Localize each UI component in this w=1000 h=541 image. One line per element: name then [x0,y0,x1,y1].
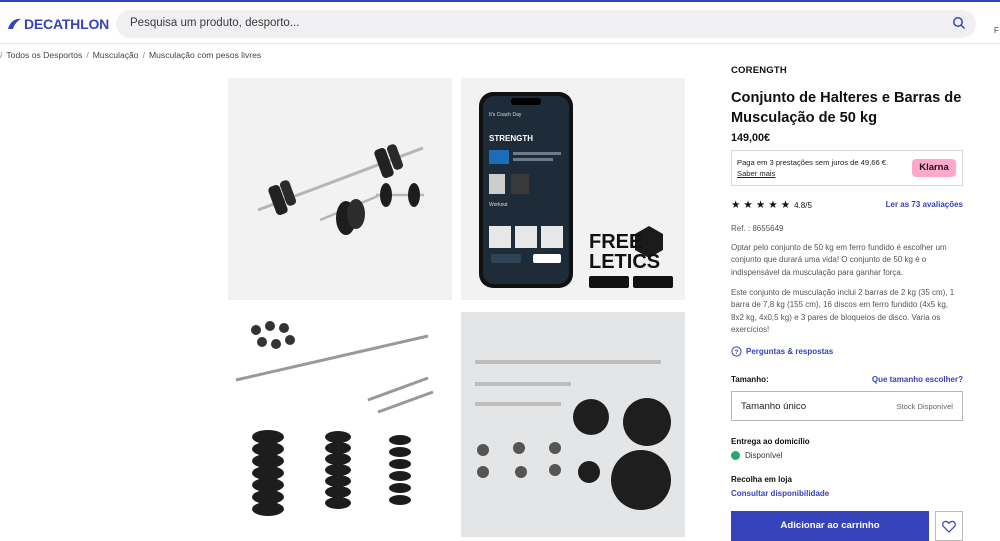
star-icon: ★ [755,199,766,211]
size-section: Tamanho: Que tamanho escolher? [731,375,963,384]
check-availability-link[interactable]: Consultar disponibilidade [731,489,963,498]
logo-text: DECATHLON [24,16,110,32]
breadcrumb-item-free-weights[interactable]: Musculação com pesos livres [149,50,261,60]
top-header: DECATHLON F [0,0,1000,44]
read-reviews-link[interactable]: Ler as 73 avaliações [886,200,963,209]
product-image-parts[interactable] [461,312,685,537]
product-title: Conjunto de Halteres e Barras de Muscula… [731,90,962,126]
product-image-freeletics-app[interactable]: It's Coach Day STRENGTH Workout FREE LET… [461,78,685,300]
star-icon: ★ [743,199,753,211]
product-image-barbell-set[interactable] [228,78,452,300]
product-rating: ★ ★ ★ ★ ★ 4.8/5 Ler as 73 avaliações [731,198,963,212]
delivery-status: Disponível [745,451,783,460]
dimensions-diagram-icon [235,321,434,516]
klarna-learn-more-link[interactable]: Saber mais [737,168,888,179]
wishlist-button[interactable] [935,511,963,541]
questions-answers-link[interactable]: ? Perguntas & respostas [731,346,963,357]
parts-laid-out-icon [475,360,671,510]
breadcrumb-separator: / [0,50,3,60]
stock-status: Stock Disponível [896,402,953,411]
delivery-availability: Disponível [731,451,963,460]
klarna-text-block: Paga em 3 prestações sem juros de 49,66 … [737,157,888,179]
product-reference: Ref. : 8655649 [731,224,784,233]
available-status-dot [731,451,740,460]
size-label: Tamanho: [731,375,769,384]
app-section-label: Workout [489,202,508,208]
star-icon: ★ [768,199,778,211]
product-description-2: Este conjunto de musculação inclui 2 bar… [731,288,955,335]
decathlon-logo-icon [8,18,21,29]
freeletics-logo-line2: LETICS [589,251,660,273]
heart-icon [942,520,956,533]
star-icon: ★ [780,199,791,211]
size-selected-value: Tamanho único [741,401,807,412]
star-icon: ★ [731,199,741,211]
product-brand[interactable]: CORENGTH [731,65,963,76]
freeletics-logo-line1: FREE [589,231,642,253]
store-pickup-label: Recolha em loja [731,475,792,484]
decathlon-logo[interactable]: DECATHLON [6,16,109,32]
qa-label: Perguntas & respostas [746,347,834,356]
klarna-message: Paga em 3 prestações sem juros de 49,66 … [737,158,889,167]
barbell-set-icon [257,144,424,235]
size-guide-link[interactable]: Que tamanho escolher? [872,375,963,384]
phone-app-icon: It's Coach Day STRENGTH Workout FREE LET… [479,92,673,288]
breadcrumb-item-all-sports[interactable]: Todos os Desportos [6,50,82,60]
product-description-1: Optar pelo conjunto de 50 kg em ferro fu… [731,243,947,277]
product-image-dimensions[interactable] [228,312,452,537]
header-edge-text: F [994,26,999,35]
rating-stars: ★ ★ ★ ★ ★ [731,199,791,211]
app-header: STRENGTH [489,134,533,143]
add-to-cart-button[interactable]: Adicionar ao carrinho [731,511,929,541]
breadcrumb: / Todos os Desportos / Musculação / Musc… [0,50,261,60]
question-circle-icon: ? [731,346,742,357]
search-input[interactable] [130,17,930,29]
breadcrumb-separator: / [86,50,89,60]
klarna-installments-box: Paga em 3 prestações sem juros de 49,66 … [731,150,963,186]
size-selector[interactable]: Tamanho único Stock Disponível [731,391,963,421]
home-delivery-label: Entrega ao domicílio [731,437,810,446]
breadcrumb-item-musculacao[interactable]: Musculação [93,50,139,60]
breadcrumb-separator: / [142,50,145,60]
klarna-badge: Klarna [912,159,956,177]
svg-text:?: ? [735,349,739,356]
app-title: It's Coach Day [489,112,522,118]
search-icon[interactable] [952,16,966,30]
product-price: 149,00€ [731,132,771,144]
rating-value: 4.8/5 [794,200,812,210]
search-bar[interactable] [116,10,976,38]
